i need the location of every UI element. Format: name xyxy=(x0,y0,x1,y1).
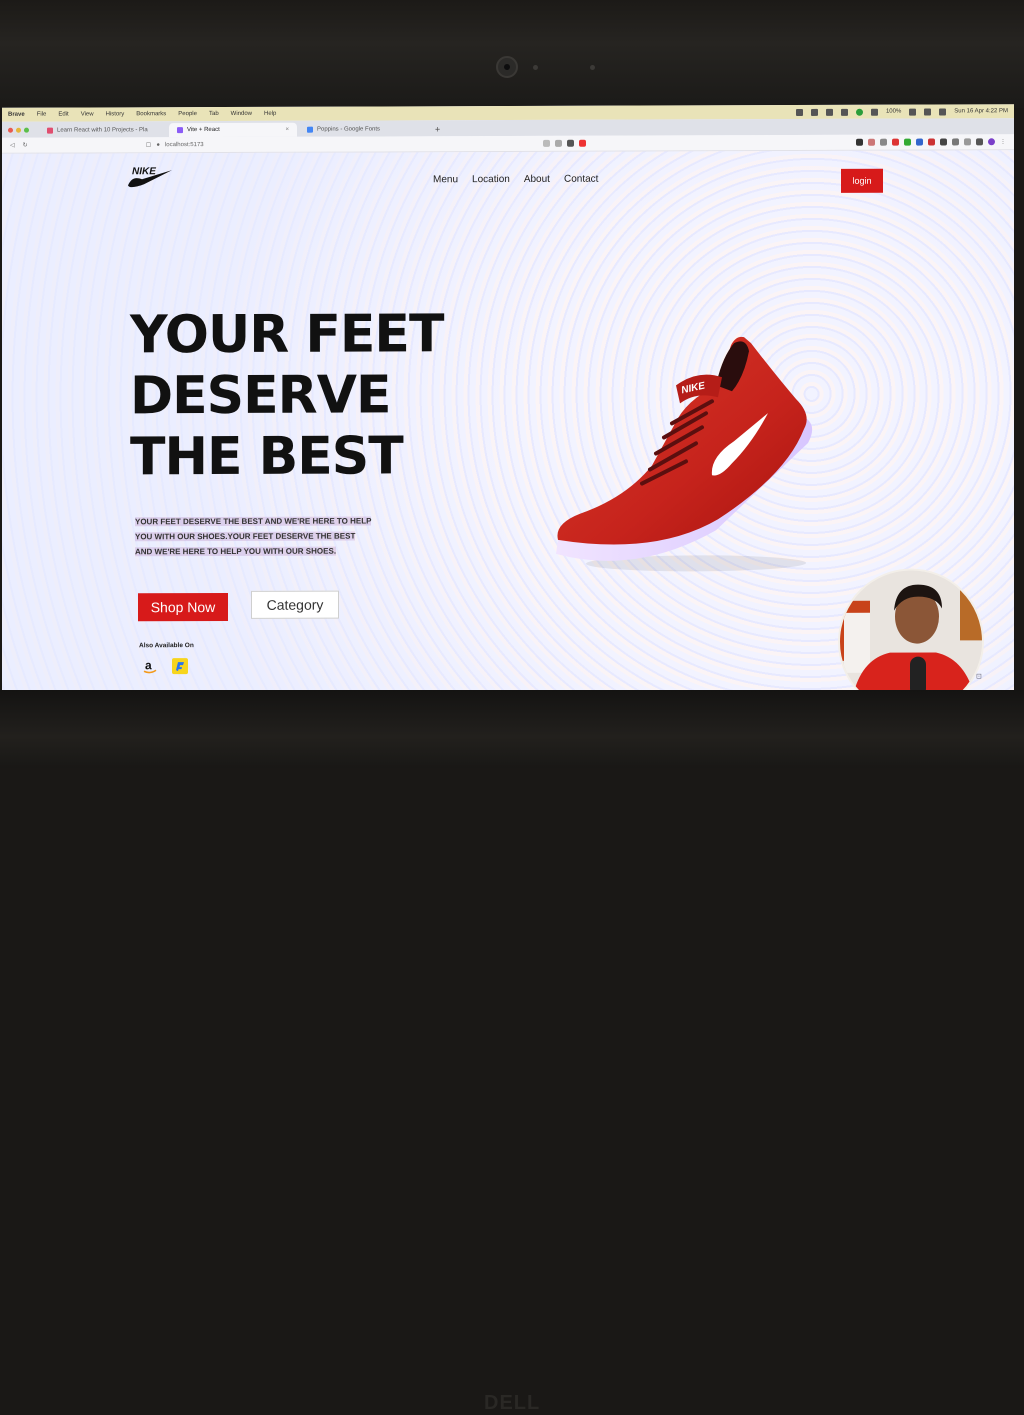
extension-icon[interactable] xyxy=(964,138,971,146)
laptop-bezel-bottom: DELL xyxy=(0,690,1024,1414)
extensions-area: ⋮ xyxy=(543,138,1006,147)
menubar-item-window[interactable]: Window xyxy=(231,111,252,117)
nav-link-menu[interactable]: Menu xyxy=(433,174,458,185)
close-window-button[interactable] xyxy=(8,127,13,133)
window-controls xyxy=(8,122,29,138)
status-icon[interactable] xyxy=(855,108,863,116)
close-tab-icon[interactable]: × xyxy=(285,127,289,133)
menubar-item-edit[interactable]: Edit xyxy=(58,112,68,118)
laptop-bezel-top xyxy=(0,0,1024,108)
share-icon[interactable] xyxy=(543,139,550,147)
nike-swoosh-icon: NIKE xyxy=(128,166,172,188)
hero-description: YOUR FEET DESERVE THE BEST AND WE'RE HER… xyxy=(135,513,373,559)
hero-description-text: YOUR FEET DESERVE THE BEST AND WE'RE HER… xyxy=(135,516,372,557)
amazon-icon[interactable]: a xyxy=(141,657,159,675)
menubar-status-area: 100% Sun 16 Apr 4:22 PM xyxy=(795,107,1008,116)
extension-icon[interactable] xyxy=(555,139,562,147)
brave-shield-icon[interactable] xyxy=(567,139,574,147)
extension-icon[interactable] xyxy=(916,138,923,146)
shop-now-button[interactable]: Shop Now xyxy=(138,592,228,622)
menubar-item-help[interactable]: Help xyxy=(264,111,276,117)
hero-title-line: YOUR FEET xyxy=(130,304,444,366)
also-available-label: Also Available On xyxy=(139,642,194,650)
extension-icon[interactable] xyxy=(976,138,983,146)
minimize-window-button[interactable] xyxy=(16,127,21,133)
recorder-icon[interactable]: ⊡ xyxy=(976,672,982,680)
bookmark-icon[interactable]: ▢ xyxy=(146,141,152,148)
new-tab-button[interactable]: + xyxy=(429,122,446,136)
ambient-sensor xyxy=(590,65,595,70)
browser-tab[interactable]: Learn React with 10 Projects - Pla xyxy=(39,123,167,137)
menubar-item-people[interactable]: People xyxy=(178,111,197,117)
nav-link-about[interactable]: About xyxy=(524,174,550,185)
menubar-app-name[interactable]: Brave xyxy=(8,112,25,118)
browser-menu-icon[interactable]: ⋮ xyxy=(1000,138,1006,145)
menubar-item-view[interactable]: View xyxy=(81,111,94,117)
site-info-icon[interactable]: ● xyxy=(156,142,160,148)
status-icon[interactable] xyxy=(870,108,878,116)
menubar-item-history[interactable]: History xyxy=(106,111,125,117)
zoom-window-button[interactable] xyxy=(24,127,29,133)
hero-title-line: DESERVE xyxy=(130,365,391,427)
browser-tab-active[interactable]: Vite + React × xyxy=(169,122,297,138)
menubar-item-bookmarks[interactable]: Bookmarks xyxy=(136,111,166,117)
hero-title: YOUR FEET DESERVE THE BEST xyxy=(130,304,490,488)
nike-logo[interactable]: NIKE xyxy=(126,163,174,194)
webcam-overlay xyxy=(838,568,984,694)
tab-title: Poppins - Google Fonts xyxy=(317,126,381,133)
flipkart-icon[interactable] xyxy=(171,657,189,675)
extension-icon[interactable] xyxy=(868,138,875,146)
category-button[interactable]: Category xyxy=(251,590,339,619)
status-icon[interactable] xyxy=(825,108,833,116)
extension-icon[interactable] xyxy=(880,138,887,146)
svg-text:a: a xyxy=(145,658,152,672)
menubar-item-file[interactable]: File xyxy=(37,112,47,118)
laptop-brand-logo: DELL xyxy=(484,1392,541,1414)
url-text[interactable]: localhost:5173 xyxy=(165,142,204,148)
status-icon[interactable] xyxy=(795,108,803,116)
nav-menu: Menu Location About Contact xyxy=(433,174,598,186)
login-button[interactable]: login xyxy=(841,168,883,193)
extension-icon[interactable] xyxy=(940,138,947,146)
status-icon[interactable] xyxy=(810,108,818,116)
menubar-item-tab[interactable]: Tab xyxy=(209,111,219,117)
status-icon[interactable] xyxy=(840,108,848,116)
store-links: a xyxy=(141,657,189,675)
extension-icon[interactable] xyxy=(892,138,899,146)
browser-tab[interactable]: Poppins - Google Fonts xyxy=(299,122,427,136)
webcam-icon xyxy=(496,56,518,78)
shoe-image: NIKE xyxy=(546,325,826,581)
site-navbar: NIKE Menu Location About Contact login xyxy=(2,150,1014,198)
hero-title-line: THE BEST xyxy=(130,426,403,488)
battery-icon[interactable] xyxy=(909,108,917,116)
presenter-avatar xyxy=(840,570,984,694)
laptop-screen: Brave File Edit View History Bookmarks P… xyxy=(2,104,1014,694)
toolbar-spacer xyxy=(591,142,851,143)
extension-icon[interactable] xyxy=(952,138,959,146)
logo-text: NIKE xyxy=(132,166,156,177)
menubar-clock[interactable]: Sun 16 Apr 4:22 PM xyxy=(954,108,1008,114)
brave-rewards-icon[interactable] xyxy=(579,139,586,147)
web-page: NIKE Menu Location About Contact login Y… xyxy=(2,150,1014,694)
wifi-icon[interactable] xyxy=(924,108,932,116)
tab-title: Vite + React xyxy=(187,127,220,134)
extension-icon[interactable] xyxy=(904,138,911,146)
profile-avatar[interactable] xyxy=(988,138,995,146)
vite-favicon-icon xyxy=(177,127,183,134)
tab-favicon-icon xyxy=(47,127,53,134)
webcam-indicator xyxy=(533,65,538,70)
extension-icon[interactable] xyxy=(928,138,935,146)
search-icon[interactable] xyxy=(939,107,947,115)
battery-percent: 100% xyxy=(885,108,902,115)
nav-link-location[interactable]: Location xyxy=(472,174,510,185)
back-icon[interactable]: ◁ xyxy=(10,142,15,149)
extension-icon[interactable] xyxy=(856,138,863,146)
google-fonts-favicon-icon xyxy=(307,126,313,133)
reload-icon[interactable]: ↻ xyxy=(23,142,28,149)
address-bar[interactable]: ▢ ● localhost:5173 xyxy=(146,141,204,149)
tab-title: Learn React with 10 Projects - Pla xyxy=(57,127,148,134)
nav-link-contact[interactable]: Contact xyxy=(564,174,598,185)
